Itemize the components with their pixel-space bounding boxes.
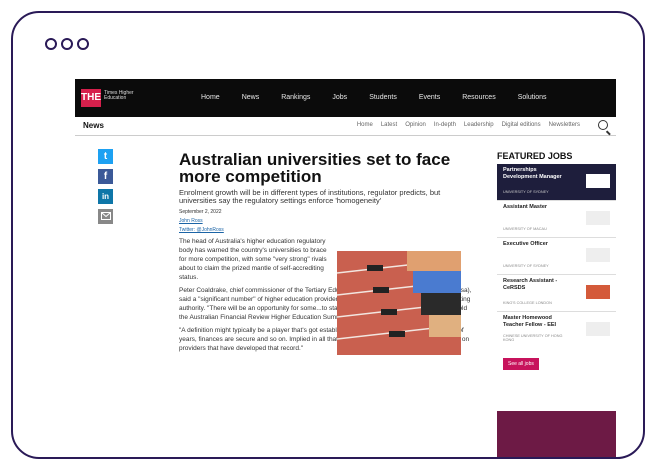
job-title: Assistant Master <box>503 204 548 210</box>
nav-resources[interactable]: Resources <box>462 94 495 101</box>
hero-image-runners <box>337 251 461 355</box>
job-title: Research Assistant - CeRSDS <box>503 278 558 291</box>
nav-students[interactable]: Students <box>369 94 397 101</box>
job-employer: UNIVERSITY OF SYDNEY <box>503 190 549 194</box>
sub-nav-links: Home Latest Opinion In-depth Leadership … <box>357 122 580 128</box>
linkedin-icon[interactable]: in <box>98 189 113 204</box>
employer-logo <box>586 174 610 188</box>
logo-text: Times Higher Education <box>104 90 134 101</box>
job-employer: CHINESE UNIVERSITY OF HONG KONG <box>503 334 563 342</box>
job-title: Partnerships Development Manager <box>503 167 562 180</box>
subnav-in-depth[interactable]: In-depth <box>434 122 456 128</box>
job-card[interactable]: Research Assistant - CeRSDS KING'S COLLE… <box>497 274 616 311</box>
job-card[interactable]: Executive Officer UNIVERSITY OF SYDNEY <box>497 237 616 274</box>
window-dot-1[interactable] <box>45 38 57 50</box>
author-twitter-link[interactable]: Twitter: @JohnRoss <box>179 227 477 233</box>
window-dot-2[interactable] <box>61 38 73 50</box>
device-frame: THE Times Higher Education Home News Ran… <box>11 11 645 459</box>
subnav-latest[interactable]: Latest <box>381 122 397 128</box>
employer-logo <box>586 285 610 299</box>
employer-logo <box>586 211 610 225</box>
author-link[interactable]: John Ross <box>179 218 477 224</box>
window-dot-3[interactable] <box>77 38 89 50</box>
article-standfirst: Enrolment growth will be in different ty… <box>179 188 441 205</box>
job-employer: UNIVERSITY OF MACAU <box>503 227 547 231</box>
featured-jobs-title: FEATURED JOBS <box>497 151 573 161</box>
job-employer: UNIVERSITY OF SYDNEY <box>503 264 549 268</box>
search-icon[interactable] <box>598 120 608 130</box>
top-navigation: THE Times Higher Education Home News Ran… <box>75 79 616 117</box>
nav-solutions[interactable]: Solutions <box>518 94 547 101</box>
subnav-leadership[interactable]: Leadership <box>464 122 494 128</box>
section-title: News <box>83 121 104 130</box>
top-nav-links: Home News Rankings Jobs Students Events … <box>201 94 547 101</box>
facebook-icon[interactable]: f <box>98 169 113 184</box>
job-card[interactable]: Master Homewood Teacher Fellow - EEI CHI… <box>497 311 616 348</box>
employer-logo <box>586 322 610 336</box>
employer-logo <box>586 248 610 262</box>
nav-news[interactable]: News <box>242 94 260 101</box>
nav-jobs[interactable]: Jobs <box>332 94 347 101</box>
nav-rankings[interactable]: Rankings <box>281 94 310 101</box>
nav-events[interactable]: Events <box>419 94 440 101</box>
article-paragraph: The head of Australia's higher education… <box>179 238 327 281</box>
webpage: THE Times Higher Education Home News Ran… <box>75 79 616 457</box>
article-headline: Australian universities set to face more… <box>179 150 451 186</box>
site-logo[interactable]: THE <box>81 89 101 107</box>
window-controls <box>45 38 89 50</box>
job-card[interactable]: Partnerships Development Manager UNIVERS… <box>497 164 616 200</box>
subnav-digital-editions[interactable]: Digital editions <box>502 122 541 128</box>
job-employer: KING'S COLLEGE LONDON <box>503 301 552 305</box>
featured-jobs-panel: FEATURED JOBS Partnerships Development M… <box>497 151 616 370</box>
promo-banner[interactable] <box>497 411 616 457</box>
job-title: Master Homewood Teacher Fellow - EEI <box>503 315 557 328</box>
job-card[interactable]: Assistant Master UNIVERSITY OF MACAU <box>497 200 616 237</box>
subnav-opinion[interactable]: Opinion <box>405 122 426 128</box>
job-title: Executive Officer <box>503 241 548 247</box>
see-all-jobs-button[interactable]: See all jobs <box>503 358 539 370</box>
subnav-home[interactable]: Home <box>357 122 373 128</box>
twitter-icon[interactable]: t <box>98 149 113 164</box>
email-icon[interactable] <box>98 209 113 224</box>
sub-navigation: News Home Latest Opinion In-depth Leader… <box>75 117 616 136</box>
article-date: September 2, 2022 <box>179 209 222 215</box>
nav-home[interactable]: Home <box>201 94 220 101</box>
subnav-newsletters[interactable]: Newsletters <box>549 122 580 128</box>
